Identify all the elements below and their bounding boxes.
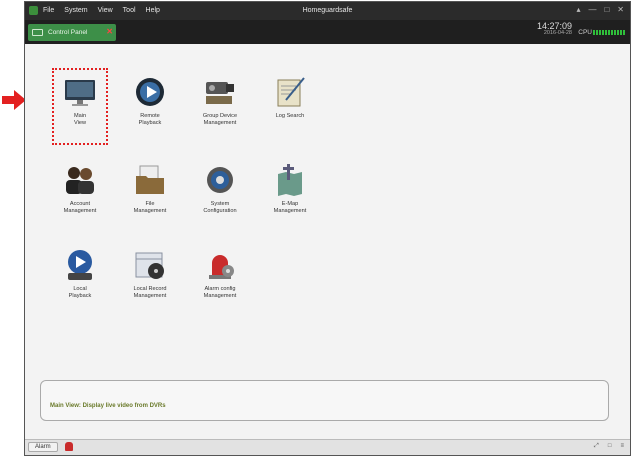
alarm-config-icon bbox=[202, 247, 238, 283]
account-management-item[interactable]: Account Management bbox=[51, 162, 109, 215]
window-title: Homeguardsafe bbox=[302, 7, 353, 14]
emap-management-item[interactable]: E-Map Management bbox=[261, 162, 319, 215]
local-playback-icon bbox=[62, 247, 98, 283]
item-label: Main View bbox=[73, 113, 87, 126]
info-panel: Main View: Display live video from DVRs bbox=[40, 380, 609, 421]
window-controls: ▴ — □ ✕ bbox=[576, 5, 624, 14]
clock: 14:27:09 2016-04-28 bbox=[537, 22, 572, 37]
title-bar: File System View Tool Help Homeguardsafe… bbox=[25, 2, 630, 20]
fullscreen-icon[interactable]: ⤢ bbox=[594, 443, 599, 450]
system-configuration-item[interactable]: System Configuration bbox=[191, 162, 249, 215]
maximize-button[interactable]: □ bbox=[604, 5, 609, 14]
item-label: Group Device Management bbox=[202, 113, 238, 126]
cpu-label: CPU bbox=[578, 29, 592, 36]
item-label: System Configuration bbox=[203, 201, 237, 214]
item-label: Account Management bbox=[63, 201, 97, 214]
main-view-item[interactable]: Main View bbox=[51, 74, 109, 127]
group-device-item[interactable]: Group Device Management bbox=[191, 74, 249, 127]
item-label: Remote Playback bbox=[138, 113, 162, 126]
control-panel: Main View Remote Playback Group Device M… bbox=[25, 44, 630, 442]
tab-label: Control Panel bbox=[48, 29, 88, 36]
group-device-icon bbox=[202, 74, 238, 110]
status-bar-controls: ⤢ □ ≡ bbox=[594, 443, 624, 450]
item-label: Local Record Management bbox=[133, 286, 167, 299]
close-button[interactable]: ✕ bbox=[617, 5, 624, 14]
alarm-light-icon[interactable] bbox=[65, 442, 73, 451]
remote-playback-icon bbox=[132, 74, 168, 110]
control-panel-icon bbox=[32, 29, 43, 36]
item-label: E-Map Management bbox=[273, 201, 307, 214]
pin-icon[interactable]: ▴ bbox=[576, 5, 580, 14]
window-mode-icon[interactable]: □ bbox=[608, 443, 612, 450]
system-config-icon bbox=[202, 162, 238, 198]
file-folder-icon bbox=[132, 162, 168, 198]
item-label: File Management bbox=[133, 201, 167, 214]
item-label: Log Search bbox=[275, 113, 305, 119]
cpu-meter bbox=[593, 30, 625, 35]
account-icon bbox=[62, 162, 98, 198]
local-record-icon bbox=[132, 247, 168, 283]
tab-bar: Control Panel ✕ 14:27:09 2016-04-28 CPU bbox=[25, 20, 630, 44]
app-window: File System View Tool Help Homeguardsafe… bbox=[24, 1, 631, 456]
monitor-icon bbox=[62, 74, 98, 110]
tab-control-panel[interactable]: Control Panel ✕ bbox=[28, 24, 116, 41]
menu-icon[interactable]: ≡ bbox=[620, 443, 624, 450]
pointer-arrow-icon bbox=[2, 90, 26, 110]
local-playback-item[interactable]: Local Playback bbox=[51, 247, 109, 300]
tab-close-icon[interactable]: ✕ bbox=[106, 27, 113, 36]
file-management-item[interactable]: File Management bbox=[121, 162, 179, 215]
status-bar: Alarm ⤢ □ ≡ bbox=[25, 439, 630, 455]
alarm-button[interactable]: Alarm bbox=[28, 442, 58, 452]
remote-playback-item[interactable]: Remote Playback bbox=[121, 74, 179, 127]
local-record-item[interactable]: Local Record Management bbox=[121, 247, 179, 300]
info-text: Main View: Display live video from DVRs bbox=[50, 403, 166, 409]
emap-icon bbox=[272, 162, 308, 198]
item-label: Alarm config Management bbox=[203, 286, 237, 299]
clock-date: 2016-04-28 bbox=[543, 30, 572, 36]
log-search-item[interactable]: Log Search bbox=[261, 74, 319, 120]
minimize-button[interactable]: — bbox=[588, 5, 596, 14]
log-search-icon bbox=[272, 74, 308, 110]
item-label: Local Playback bbox=[68, 286, 92, 299]
alarm-config-item[interactable]: Alarm config Management bbox=[191, 247, 249, 300]
